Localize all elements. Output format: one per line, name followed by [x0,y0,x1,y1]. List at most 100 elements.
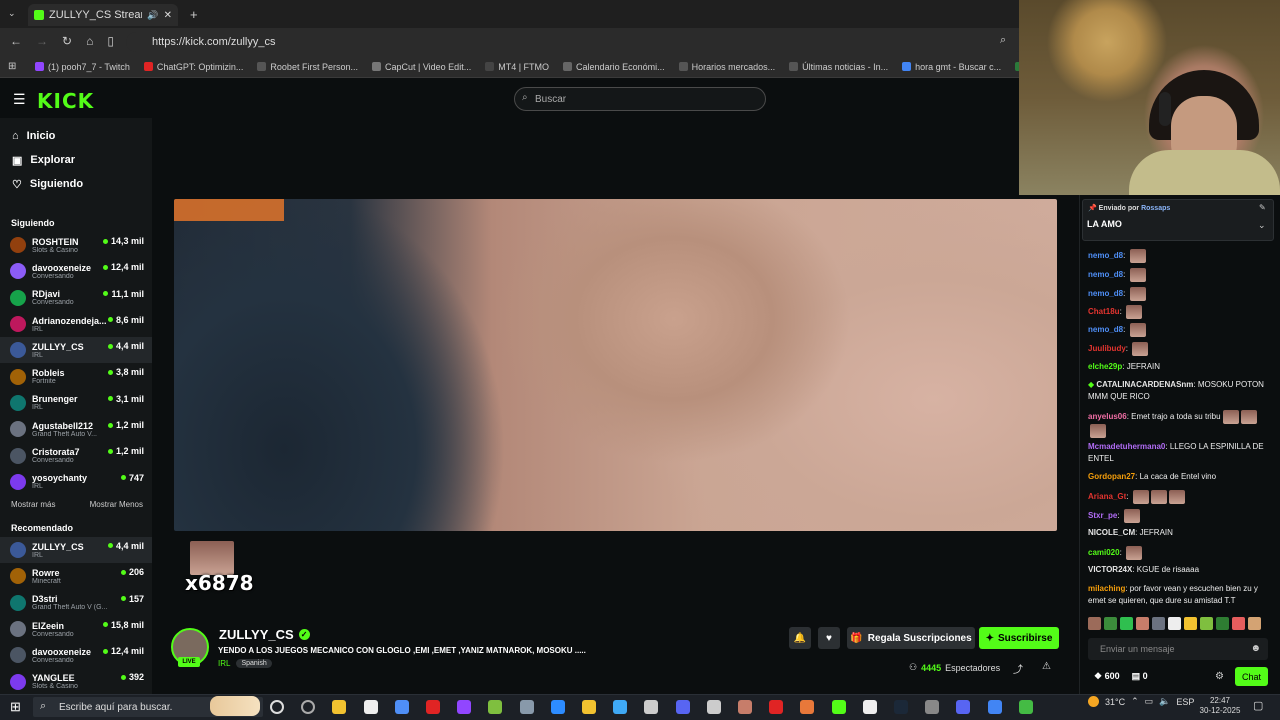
channel-item[interactable]: RDjavi Conversando 11,1 mil [0,285,152,311]
chat-username[interactable]: nemo_d8 [1088,325,1123,334]
bookmark-item[interactable]: Roobet First Person... [252,62,363,72]
taskbar-app-icon[interactable] [925,700,940,714]
chat-username[interactable]: VICTOR24X [1088,565,1132,574]
unpin-icon[interactable]: ✎ [1259,203,1266,212]
back-icon[interactable]: ← [10,34,22,48]
taskbar-app-icon[interactable] [582,700,596,714]
language-tag[interactable]: Spanish [236,659,272,668]
apps-grid-icon[interactable]: ⊞ [8,61,16,72]
expand-chevron-icon[interactable]: ⌄ [1258,220,1266,231]
channel-item[interactable]: Robleis Fortnite 3,8 mil [0,363,152,389]
zoom-search-icon[interactable]: ⌕ [1000,34,1006,47]
video-player[interactable] [174,199,1057,531]
bookmark-item[interactable]: MT4 | FTMO [480,62,554,72]
share-icon[interactable]: ⤴ [1013,661,1023,676]
tray-up-icon[interactable]: ⌃ [1131,696,1139,707]
show-more-link[interactable]: Mostrar más [11,500,55,509]
chat-username[interactable]: anyelus06 [1088,412,1127,421]
chat-username[interactable]: nemo_d8 [1088,289,1123,298]
emote-shortcut-icon[interactable] [1168,617,1181,630]
bookmark-item[interactable]: (1) pooh7_7 - Twitch [30,62,135,72]
gift-count[interactable]: ▤ 0 [1132,671,1148,682]
taskbar-app-icon[interactable] [332,700,347,714]
channel-item[interactable]: Agustabell212 Grand Theft Auto V... 1,2 mi… [0,416,152,442]
taskbar-app-icon[interactable] [675,700,690,714]
language-indicator[interactable]: ESP [1176,697,1194,707]
channel-item[interactable]: davooxeneize Conversando 12,4 mil [0,258,152,284]
chat-username[interactable]: milaching [1088,584,1125,593]
emote-shortcut-icon[interactable] [1216,617,1229,630]
chat-username[interactable]: Mcmadetuhermana0 [1088,442,1165,451]
channel-item[interactable]: yosoychanty IRL 747 [0,469,152,495]
taskbar-app-icon[interactable] [519,700,534,714]
emote-shortcut-icon[interactable] [1200,617,1213,630]
nav-explorar[interactable]: ▣ Explorar [0,148,152,172]
channel-item[interactable]: ROSHTEIN Slots & Casino 14,3 mil [0,232,152,258]
clock[interactable]: 22:47 30-12-2025 [1198,696,1242,716]
channel-item[interactable]: Cristorata7 Conversando 1,2 mil [0,442,152,468]
bookmark-item[interactable]: Horarios mercados... [674,62,781,72]
emote-shortcut-icon[interactable] [1088,617,1101,630]
kick-logo[interactable]: KICK [37,89,94,113]
taskbar-app-icon[interactable] [1018,700,1033,714]
menu-hamburger-icon[interactable]: ☰ [13,91,26,108]
channel-item[interactable]: D3stri Grand Theft Auto V (G... 157 [0,590,152,616]
channel-name[interactable]: ZULLYY_CS [219,627,294,642]
taskbar-app-icon[interactable] [394,700,409,714]
taskbar-app-icon[interactable] [488,700,503,714]
taskbar-app-icon[interactable] [426,700,440,714]
chat-username[interactable]: NICOLE_CM [1088,528,1135,537]
chat-username[interactable]: nemo_d8 [1088,251,1123,260]
taskbar-app-icon[interactable] [644,700,659,714]
taskbar-app-icon[interactable] [894,700,908,714]
speaker-icon[interactable]: 🔊 [147,10,158,21]
taskbar-app-icon[interactable] [800,700,815,714]
nav-inicio[interactable]: ⌂ Inicio [0,124,152,148]
taskbar-app-icon[interactable] [457,700,472,714]
channel-item[interactable]: Adrianozendeja... IRL 8,6 mil [0,311,152,337]
new-tab-button[interactable]: + [190,7,198,22]
emote-shortcut-icon[interactable] [1104,617,1117,630]
nav-siguiendo[interactable]: ♡ Siguiendo [0,172,152,196]
emote-shortcut-icon[interactable] [1152,617,1165,630]
taskbar-app-icon[interactable] [862,700,877,714]
taskbar-app-icon[interactable] [550,700,565,714]
taskbar-app-icon[interactable] [831,700,846,714]
network-icon[interactable]: ▭ [1145,696,1154,707]
url-field[interactable]: https://kick.com/zullyy_cs [126,32,1026,52]
chat-username[interactable]: Gordopan27 [1088,472,1135,481]
emote-shortcut-icon[interactable] [1136,617,1149,630]
channel-item[interactable]: davooxeneize Conversando 12,4 mil [0,642,152,668]
chat-username[interactable]: CATALINACARDENASnm [1096,380,1193,389]
taskbar-app-icon[interactable] [769,700,784,714]
category-link[interactable]: IRL [218,659,230,668]
split-view-icon[interactable]: ▯ [107,34,114,48]
emote-shortcut-icon[interactable] [1184,617,1197,630]
windows-start-icon[interactable]: ⊞ [10,699,21,715]
bookmark-item[interactable]: Calendario Económi... [558,62,670,72]
gift-subs-button[interactable]: 🎁 Regala Suscripciones [847,627,975,649]
bookmark-item[interactable]: hora gmt - Buscar c... [897,62,1006,72]
report-icon[interactable]: ⚠ [1042,661,1051,672]
chat-username[interactable]: Juulibudy [1088,344,1126,353]
channel-item[interactable]: ElZeein Conversando 15,8 mil [0,616,152,642]
taskbar-app-icon[interactable] [270,700,284,714]
volume-icon[interactable]: 🔈 [1159,696,1170,707]
channel-item[interactable]: ZULLYY_CS IRL 4,4 mil [0,337,152,364]
taskbar-app-icon[interactable] [987,700,1002,714]
channel-item[interactable]: Brunenger IRL 3,1 mil [0,390,152,416]
taskbar-app-icon[interactable] [956,700,971,714]
channel-item[interactable]: ZULLYY_CS IRL 4,4 mil [0,536,152,564]
emote-shortcut-icon[interactable] [1120,617,1133,630]
search-input[interactable]: ⌕ Buscar [514,87,766,111]
chat-username[interactable]: Ariana_Gt [1088,492,1126,501]
points[interactable]: ❖ 600 [1094,671,1120,682]
emote-shortcut-icon[interactable] [1248,617,1261,630]
chat-username[interactable]: Stxr_pe [1088,511,1117,520]
subscribe-button[interactable]: ✦ Suscribirse [979,627,1059,649]
tab-list-icon[interactable]: ⌄ [8,8,16,19]
reload-icon[interactable]: ↻ [62,34,72,48]
chat-send-button[interactable]: Chat [1235,667,1268,686]
forward-icon[interactable]: → [36,34,48,48]
bookmark-item[interactable]: Últimas noticias - In... [784,62,893,72]
